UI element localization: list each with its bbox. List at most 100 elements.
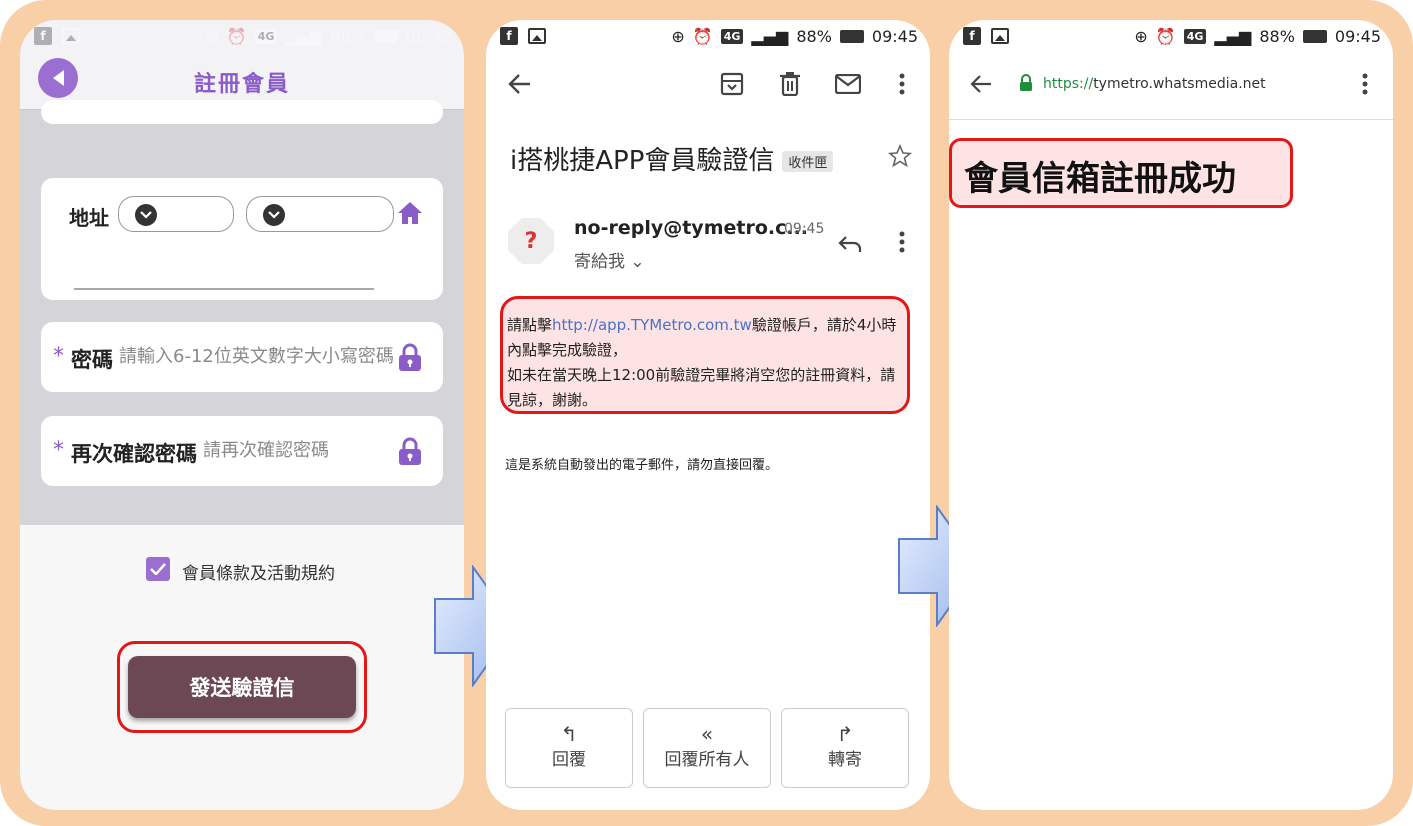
clock: 09:45 xyxy=(1334,26,1381,46)
signal-icon: ▂▄▆ xyxy=(1214,26,1252,46)
data-saver-icon: ⊕ xyxy=(671,26,685,46)
auto-reply-note: 這是系統自動發出的電子郵件，請勿直接回覆。 xyxy=(505,458,779,473)
reply-all-icon: « xyxy=(700,722,714,746)
forward-label: 轉寄 xyxy=(828,750,862,770)
sender-address: no-reply@tymetro.c... xyxy=(574,217,809,239)
body-text: 如未在當天晚上12:00前驗證完畢將消空您的註冊資料，請見諒，謝謝。 xyxy=(507,366,896,409)
url-host: tymetro.whatsmedia.net xyxy=(1093,76,1266,92)
forward-button[interactable]: ↱ 轉寄 xyxy=(781,708,909,788)
send-verification-button[interactable]: 發送驗證信 xyxy=(128,656,356,718)
forward-icon: ↱ xyxy=(836,722,854,746)
mail-icon xyxy=(835,74,861,94)
url-scheme: https:// xyxy=(1043,76,1094,92)
data-saver-icon: ⊕ xyxy=(1134,26,1148,46)
reply-label: 回覆 xyxy=(552,750,586,770)
email-subject-text: i搭桃捷APP會員驗證信 xyxy=(510,146,775,176)
chevron-down-icon xyxy=(135,204,157,226)
delete-button[interactable] xyxy=(774,68,806,100)
email-body-highlight: 請點擊http://app.TYMetro.com.tw驗證帳戶，請於4小時內點… xyxy=(500,296,910,414)
battery-icon xyxy=(1302,29,1327,43)
check-icon xyxy=(150,563,166,575)
confirm-password-card: * 再次確認密碼 xyxy=(41,416,443,486)
message-options-button[interactable] xyxy=(886,226,918,258)
confirm-password-input[interactable] xyxy=(203,440,393,461)
star-button[interactable] xyxy=(884,140,916,172)
district-select[interactable] xyxy=(246,196,394,232)
battery-level: 88% xyxy=(1259,26,1295,46)
archive-icon xyxy=(720,72,744,96)
facebook-icon: f xyxy=(34,27,52,45)
network-icon: 4G xyxy=(1183,28,1207,44)
image-icon xyxy=(528,28,546,44)
reply-icon xyxy=(838,236,862,252)
image-icon xyxy=(991,28,1009,44)
network-icon: 4G xyxy=(254,28,278,44)
reply-all-label: 回覆所有人 xyxy=(664,750,750,770)
reply-button[interactable] xyxy=(834,228,866,260)
battery-level: 88% xyxy=(796,26,832,46)
alarm-icon: ⏰ xyxy=(1155,26,1176,46)
back-button[interactable] xyxy=(504,68,536,100)
star-icon xyxy=(888,144,912,168)
address-card: 地址 xyxy=(41,178,443,300)
terms-label[interactable]: 會員條款及活動規約 xyxy=(182,559,335,584)
signal-icon: ▂▄▆ xyxy=(751,26,789,46)
required-mark: * xyxy=(53,344,64,369)
battery-icon xyxy=(839,29,864,43)
previous-field-card xyxy=(41,100,443,124)
browser-screen: f ⊕ ⏰ 4G ▂▄▆ 88% 09:45 https://tymetro.w… xyxy=(949,20,1393,810)
url-field[interactable]: https://tymetro.whatsmedia.net xyxy=(1043,76,1266,92)
more-vert-icon xyxy=(899,73,905,95)
reply-all-button[interactable]: « 回覆所有人 xyxy=(643,708,771,788)
chevron-down-icon xyxy=(263,204,285,226)
battery-level: 88% xyxy=(330,26,366,46)
facebook-icon: f xyxy=(500,27,518,45)
recipient-toggle[interactable]: 寄給我 ⌄ xyxy=(574,247,645,272)
address-label: 地址 xyxy=(69,206,109,230)
alarm-icon: ⏰ xyxy=(692,26,713,46)
lock-icon xyxy=(399,343,421,371)
required-mark: * xyxy=(53,438,64,463)
clock: 09:42 xyxy=(405,26,452,46)
status-bar: f ⊕ ⏰ 4G ▂▄▆ 88% 09:45 xyxy=(486,20,930,52)
email-screen: f ⊕ ⏰ 4G ▂▄▆ 88% 09:45 i搭桃捷APP會員驗證信 收件匣 ?… xyxy=(486,20,930,810)
register-screen: f ⊕ ⏰ 4G ▂▄▆ 88% 09:42 註冊會員 地址 * 密碼 請輸入6… xyxy=(20,20,464,810)
address-bar: https://tymetro.whatsmedia.net xyxy=(949,68,1393,120)
archive-button[interactable] xyxy=(716,68,748,100)
page-title: 註冊會員 xyxy=(193,72,290,97)
home-icon xyxy=(398,202,422,224)
password-input[interactable] xyxy=(119,346,409,367)
send-button-highlight: 發送驗證信 xyxy=(117,641,367,733)
password-card: * 密碼 xyxy=(41,322,443,392)
more-vert-icon xyxy=(899,231,905,253)
body-text: 請點擊 xyxy=(507,316,553,334)
network-icon: 4G xyxy=(720,28,744,44)
more-vert-icon xyxy=(1362,73,1368,95)
back-button[interactable] xyxy=(965,68,997,100)
password-label: 密碼 xyxy=(71,348,113,372)
terms-checkbox[interactable] xyxy=(146,557,170,581)
status-bar: f ⊕ ⏰ 4G ▂▄▆ 88% 09:42 xyxy=(20,20,464,52)
email-time: 09:45 xyxy=(784,221,825,237)
arrow-left-icon xyxy=(970,75,991,93)
verification-link[interactable]: http://app.TYMetro.com.tw xyxy=(552,316,752,334)
clock: 09:45 xyxy=(871,26,918,46)
more-options-button[interactable] xyxy=(886,68,918,100)
image-icon xyxy=(62,28,80,44)
browser-menu-button[interactable] xyxy=(1349,68,1381,100)
lock-icon xyxy=(1020,74,1032,91)
register-footer: 會員條款及活動規約 發送驗證信 xyxy=(20,525,464,810)
registration-success-message: 會員信箱註冊成功 xyxy=(949,138,1293,208)
email-subject: i搭桃捷APP會員驗證信 收件匣 xyxy=(510,140,834,177)
battery-icon xyxy=(373,29,398,43)
address-input[interactable] xyxy=(74,288,374,290)
status-bar: f ⊕ ⏰ 4G ▂▄▆ 88% 09:45 xyxy=(949,20,1393,52)
reply-footer-button[interactable]: ↰ 回覆 xyxy=(505,708,633,788)
alarm-icon: ⏰ xyxy=(226,26,247,46)
inbox-badge[interactable]: 收件匣 xyxy=(782,151,834,172)
lock-icon xyxy=(399,437,421,465)
mark-unread-button[interactable] xyxy=(832,68,864,100)
facebook-icon: f xyxy=(963,27,981,45)
arrow-left-icon xyxy=(508,74,530,94)
city-select[interactable] xyxy=(118,196,234,232)
